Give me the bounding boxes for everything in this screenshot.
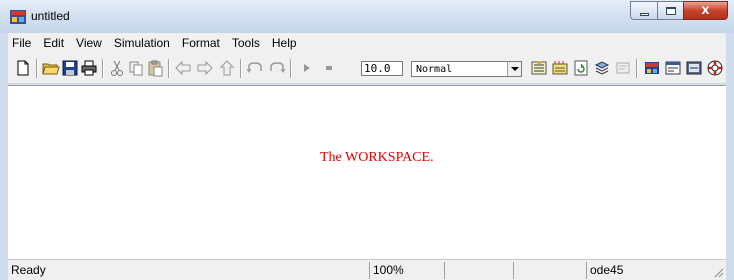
status-zoom: 100% xyxy=(369,262,441,279)
start-simulation-button[interactable] xyxy=(298,59,316,77)
workspace-label: The WORKSPACE. xyxy=(320,150,434,165)
arrow-up-icon xyxy=(219,60,235,76)
status-solver: ode45 xyxy=(586,262,708,279)
stop-icon xyxy=(326,66,332,70)
close-button[interactable]: x xyxy=(683,1,728,20)
redo-icon xyxy=(270,62,286,73)
model-properties-button[interactable] xyxy=(664,59,682,77)
simulink-model-icon xyxy=(10,10,26,24)
build-model-icon xyxy=(531,61,547,75)
update-diagram-button[interactable] xyxy=(551,59,569,77)
open-button[interactable] xyxy=(42,59,60,77)
arrow-left-icon xyxy=(175,60,191,76)
save-disk-icon xyxy=(62,60,78,76)
save-button[interactable] xyxy=(61,59,79,77)
toolbar-separator xyxy=(240,59,242,78)
stop-simulation-button[interactable] xyxy=(320,59,338,77)
back-button[interactable] xyxy=(174,59,192,77)
toolbar-separator xyxy=(102,59,104,78)
chevron-down-icon[interactable] xyxy=(507,62,521,76)
undo-button[interactable] xyxy=(246,59,264,77)
toolbar-separator xyxy=(36,59,38,78)
menu-tools[interactable]: Tools xyxy=(226,33,266,53)
paste-clipboard-icon xyxy=(148,60,163,77)
paste-button[interactable] xyxy=(146,59,164,77)
menu-file[interactable]: File xyxy=(8,33,37,53)
simulink-model-window: untitled x File Edit View Simulation For… xyxy=(0,0,734,280)
minimize-button[interactable] xyxy=(630,1,657,20)
debug-button[interactable] xyxy=(614,59,632,77)
toolbar: Normal xyxy=(8,53,726,84)
menu-simulation[interactable]: Simulation xyxy=(108,33,176,53)
close-icon: x xyxy=(701,3,710,18)
title-bar[interactable]: untitled x xyxy=(0,0,734,33)
refresh-icon xyxy=(574,60,588,76)
status-blank-1 xyxy=(444,262,510,279)
undo-icon xyxy=(246,62,262,73)
status-blank-2 xyxy=(513,262,583,279)
help-lifebuoy-icon xyxy=(707,60,723,76)
printer-icon xyxy=(81,60,97,76)
library-button[interactable] xyxy=(643,59,661,77)
refresh-button[interactable] xyxy=(572,59,590,77)
scissors-icon xyxy=(111,60,123,76)
menu-help[interactable]: Help xyxy=(266,33,303,53)
play-icon xyxy=(304,64,310,72)
stop-time-input[interactable] xyxy=(361,61,403,76)
toolbar-separator xyxy=(290,59,292,78)
print-button[interactable] xyxy=(80,59,98,77)
copy-button[interactable] xyxy=(127,59,145,77)
new-document-icon xyxy=(17,60,29,76)
configuration-icon xyxy=(686,61,702,75)
status-bar: Ready 100% ode45 xyxy=(8,259,726,280)
status-state: Ready xyxy=(11,263,46,277)
minimize-icon xyxy=(639,12,649,16)
menu-view[interactable]: View xyxy=(70,33,108,53)
forward-button[interactable] xyxy=(196,59,214,77)
model-canvas[interactable]: The WORKSPACE. xyxy=(8,85,726,259)
debugger-icon xyxy=(616,62,630,74)
build-button[interactable] xyxy=(530,59,548,77)
redo-button[interactable] xyxy=(268,59,286,77)
resize-grip-icon[interactable] xyxy=(712,266,724,278)
toolbar-separator xyxy=(168,59,170,78)
model-properties-icon xyxy=(665,61,681,75)
library-browser-icon xyxy=(552,61,568,75)
menu-edit[interactable]: Edit xyxy=(37,33,70,53)
maximize-button[interactable] xyxy=(657,1,683,20)
simulation-mode-value: Normal xyxy=(416,64,453,75)
cut-button[interactable] xyxy=(108,59,126,77)
menu-bar: File Edit View Simulation Format Tools H… xyxy=(8,33,726,53)
new-model-button[interactable] xyxy=(14,59,32,77)
configuration-button[interactable] xyxy=(685,59,703,77)
simulink-library-icon xyxy=(645,62,659,74)
simulation-mode-select[interactable]: Normal xyxy=(411,61,522,77)
model-explorer-button[interactable] xyxy=(593,59,611,77)
open-folder-icon xyxy=(42,63,60,75)
copy-icon xyxy=(129,61,143,76)
help-button[interactable] xyxy=(706,59,724,77)
menu-format[interactable]: Format xyxy=(176,33,226,53)
window-title: untitled xyxy=(31,9,70,23)
maximize-icon xyxy=(665,6,676,15)
model-explorer-icon xyxy=(594,61,610,75)
window-controls: x xyxy=(630,1,728,21)
toolbar-separator xyxy=(636,59,638,78)
arrow-right-icon xyxy=(197,60,213,76)
up-button[interactable] xyxy=(218,59,236,77)
